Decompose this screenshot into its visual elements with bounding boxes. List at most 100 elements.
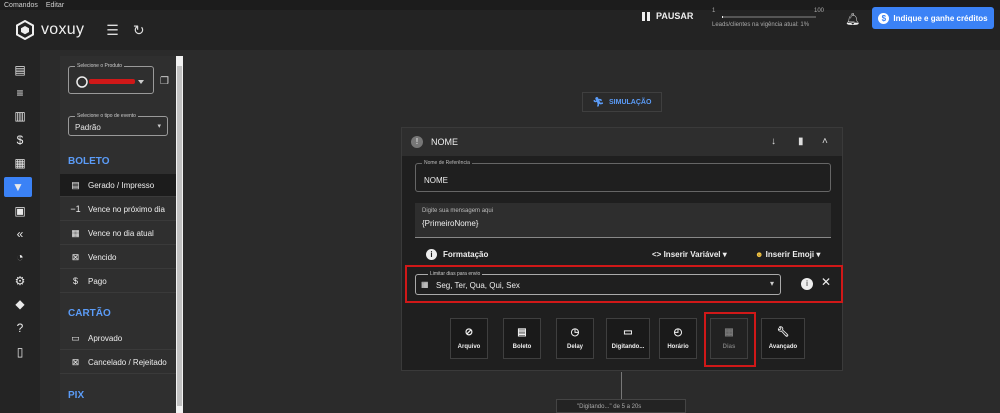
tool-label: Avançado (768, 344, 798, 350)
insert-emoji-button[interactable]: ☻ Inserir Emoji ▾ (755, 250, 820, 259)
reply-all-icon[interactable]: « (0, 224, 40, 244)
chevron-down-icon: ▾ (816, 250, 821, 259)
tool-avancado[interactable]: 🔧︎ Avançado (761, 318, 805, 359)
simulation-label: SIMULAÇÃO (609, 98, 652, 106)
bell-icon[interactable]: 🔔︎ (845, 12, 860, 26)
book-icon[interactable]: ▯ (0, 342, 40, 362)
insert-variable-button[interactable]: <> Inserir Variável ▾ (652, 250, 727, 259)
event-item-label: Pago (88, 276, 107, 286)
arrow-down-icon[interactable]: ↓ (771, 136, 776, 147)
chat-icon[interactable]: ▤ (0, 60, 40, 80)
event-item-cancelado[interactable]: ⊠ Cancelado / Rejeitado (60, 351, 176, 374)
next-node[interactable]: "Digitando..." de 5 a 20s (556, 399, 686, 413)
product-legend: Selecione o Produto (75, 63, 125, 69)
copy-icon[interactable]: ❐ (160, 76, 169, 87)
menu-icon[interactable]: ☰ (106, 22, 119, 39)
pause-button[interactable]: PAUSAR (642, 11, 693, 21)
pause-icon (642, 11, 650, 21)
product-select[interactable]: Selecione o Produto (68, 63, 154, 94)
days-value: Seg, Ter, Qua, Qui, Sex (436, 281, 520, 290)
progress-min: 1 (712, 8, 716, 14)
emoji-icon: ☻ (755, 250, 764, 259)
tool-delay[interactable]: ◷ Delay (556, 318, 594, 359)
formatting-label: Formatação (443, 250, 489, 259)
list-icon[interactable]: ≡ (0, 83, 40, 103)
tool-digitando[interactable]: ▭ Digitando... (606, 318, 650, 359)
info-icon: ! (411, 136, 423, 148)
message-textarea[interactable]: Digite sua mensagem aqui {PrimeiroNome} (415, 203, 831, 238)
simulation-button[interactable]: 🏃︎ SIMULAÇÃO (582, 92, 662, 112)
nav-rail: ▤ ≡ ▥ $ ▦ ▼ ▣ « ◔ ⚙ ◆ ? ▯ (0, 50, 40, 413)
event-legend: Selecione o tipo de evento (75, 113, 138, 119)
progress-caption: Leads/clientes na vigência atual: 1% (712, 22, 810, 28)
logo[interactable]: voxuy (16, 20, 84, 40)
tool-label: Arquivo (457, 344, 481, 350)
days-limit-select[interactable]: Limitar dias para envio ▦ Seg, Ter, Qua,… (415, 271, 781, 295)
dollar-coin-icon: $ (878, 12, 890, 24)
days-legend: Limitar dias para envio (428, 271, 483, 277)
refresh-icon[interactable]: ↻ (133, 22, 145, 39)
refer-button[interactable]: $ Indique e ganhe créditos (872, 7, 994, 29)
event-item-gerado[interactable]: ▤ Gerado / Impresso (60, 174, 176, 197)
menu-editar[interactable]: Editar (46, 2, 64, 9)
chevron-down-icon: ▾ (157, 123, 161, 130)
speed-icon[interactable]: ◔ (0, 247, 40, 267)
tool-label: Digitando... (611, 344, 645, 350)
feedback-icon[interactable]: ▦ (0, 153, 40, 173)
menu-comandos[interactable]: Comandos (4, 2, 38, 9)
typing-icon: ▭ (623, 327, 633, 338)
x-box-icon: ⊠ (71, 251, 80, 262)
tool-boleto[interactable]: ▤ Boleto (503, 318, 541, 359)
info-icon[interactable]: i (801, 278, 813, 290)
tool-label: Delay (566, 344, 583, 350)
minus-one-icon: −1 (70, 204, 81, 214)
message-label: Digite sua mensagem aqui (422, 208, 494, 214)
section-boleto: BOLETO (68, 156, 110, 167)
tool-arquivo[interactable]: ⊘ Arquivo (450, 318, 488, 359)
leads-progress: 1 100 Leads/clientes na vigência atual: … (712, 8, 824, 28)
close-icon[interactable]: ✕ (821, 275, 831, 289)
funnel-icon[interactable]: ▼ (4, 177, 32, 197)
event-item-label: Vence no dia atual (88, 228, 154, 238)
event-item-pago[interactable]: $ Pago (60, 270, 176, 293)
chevron-up-icon[interactable]: ˄ (822, 136, 828, 147)
panel-scrollbar[interactable] (176, 56, 183, 413)
event-item-aprovado[interactable]: ▭ Aprovado (60, 327, 176, 350)
reference-name-field[interactable]: Nome de Referência NOME (415, 160, 831, 192)
dollar-icon: $ (72, 276, 78, 286)
section-cartao: CARTÃO (68, 308, 111, 319)
event-item-label: Gerado / Impresso (88, 180, 155, 190)
store-icon[interactable]: ▣ (0, 201, 40, 221)
event-item-vencido[interactable]: ⊠ Vencido (60, 246, 176, 269)
receipt-icon: ▤ (71, 179, 80, 190)
scrollbar-thumb[interactable] (177, 66, 182, 406)
clock-icon: ◴ (673, 327, 683, 338)
report-icon[interactable]: ▥ (0, 106, 40, 126)
tag-icon[interactable]: ◆ (0, 294, 40, 314)
next-node-text: "Digitando..." de 5 a 20s (577, 404, 642, 410)
x-box-icon: ⊠ (71, 356, 80, 367)
pause-label: PAUSAR (656, 11, 694, 21)
card-icon: ▭ (71, 332, 80, 343)
event-type-select[interactable]: Selecione o tipo de evento Padrão ▾ (68, 113, 168, 136)
event-item-label: Aprovado (88, 333, 123, 343)
gear-icon[interactable]: ⚙ (0, 271, 40, 291)
event-item-vence-atual[interactable]: ▦ Vence no dia atual (60, 222, 176, 245)
tool-horario[interactable]: ◴ Horário (659, 318, 697, 359)
card-header[interactable]: ! NOME ↓ ▮ ˄ (402, 128, 842, 156)
reference-legend: Nome de Referência (422, 160, 472, 166)
progress-max: 100 (813, 8, 824, 14)
formatting-button[interactable]: i Formatação (426, 249, 488, 260)
event-item-label: Vence no próximo dia (88, 204, 165, 214)
event-item-vence-proximo[interactable]: −1 Vence no próximo dia (60, 198, 176, 221)
dollar-icon[interactable]: $ (0, 130, 40, 150)
paperclip-icon: ⊘ (464, 327, 474, 338)
app-menubar: Comandos Editar (0, 0, 1000, 10)
progress-fill (722, 16, 723, 18)
help-icon[interactable]: ? (0, 318, 40, 338)
wrench-icon: 🔧︎ (776, 327, 790, 338)
code-icon: <> (652, 250, 662, 259)
trash-icon[interactable]: ▮ (798, 136, 804, 147)
chevron-down-icon: ▾ (769, 279, 774, 288)
card-title: NOME (431, 137, 458, 147)
